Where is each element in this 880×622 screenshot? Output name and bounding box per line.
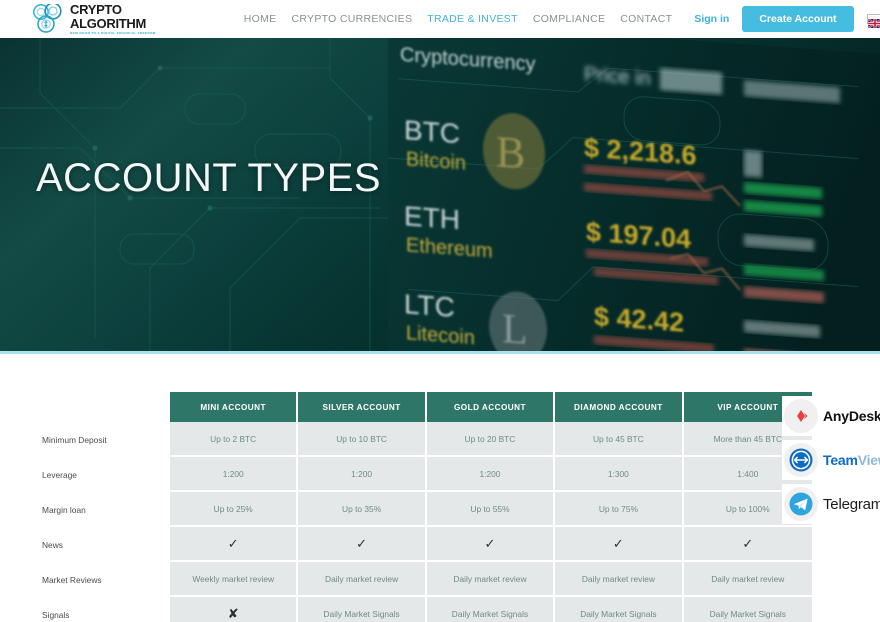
account-types-section: MINI ACCOUNT SILVER ACCOUNT GOLD ACCOUNT…	[0, 354, 880, 622]
site-logo[interactable]: CRYPTO ALGORITHM NEW DOOR TO A DIGITAL F…	[32, 2, 156, 35]
cell-leverage-diamond: 1:300	[555, 457, 684, 492]
nav-item-crypto-currencies[interactable]: CRYPTO CURRENCIES	[291, 13, 412, 25]
cell-signals-gold: Daily Market Signals	[426, 597, 556, 622]
teamviewer-label: TeamViewer	[823, 452, 880, 468]
support-widgets: AnyDesk TeamViewer Telegram	[782, 396, 880, 528]
hero-banner: Cryptocurrency Price in BTC Bitcoin B $ …	[0, 38, 880, 351]
row-label-market-reviews: Market Reviews	[30, 562, 170, 597]
nav-item-home[interactable]: HOME	[244, 13, 277, 25]
cell-minimum-deposit-silver: Up to 10 BTC	[298, 422, 427, 457]
table-row: Market Reviews Weekly market review Dail…	[30, 562, 812, 597]
row-label-leverage: Leverage	[30, 457, 170, 492]
teamviewer-icon	[784, 443, 818, 477]
teamviewer-widget[interactable]: TeamViewer	[782, 440, 880, 480]
plan-header-mini[interactable]: MINI ACCOUNT	[170, 392, 299, 422]
cell-market-reviews-silver: Daily market review	[298, 562, 427, 597]
cell-margin-loan-mini: Up to 25%	[170, 492, 299, 527]
cell-leverage-silver: 1:200	[298, 457, 427, 492]
top-navigation-bar: CRYPTO ALGORITHM NEW DOOR TO A DIGITAL F…	[0, 0, 880, 38]
row-label-margin-loan: Margin loan	[30, 492, 170, 527]
telegram-widget[interactable]: Telegram	[782, 484, 880, 524]
cell-minimum-deposit-gold: Up to 20 BTC	[426, 422, 556, 457]
cell-news-mini: ✓	[170, 527, 299, 562]
cell-market-reviews-gold: Daily market review	[426, 562, 556, 597]
table-row: News ✓ ✓ ✓ ✓ ✓	[30, 527, 812, 562]
cell-news-diamond: ✓	[555, 527, 684, 562]
table-corner-cell	[30, 392, 170, 422]
cell-signals-silver: Daily Market Signals	[298, 597, 427, 622]
cell-market-reviews-diamond: Daily market review	[555, 562, 684, 597]
cell-minimum-deposit-diamond: Up to 45 BTC	[555, 422, 684, 457]
plan-header-diamond[interactable]: DIAMOND ACCOUNT	[555, 392, 684, 422]
cell-signals-vip: Daily Market Signals	[683, 597, 812, 622]
cell-margin-loan-silver: Up to 35%	[298, 492, 427, 527]
cell-margin-loan-diamond: Up to 75%	[555, 492, 684, 527]
anydesk-widget[interactable]: AnyDesk	[782, 396, 880, 436]
nav-item-compliance[interactable]: COMPLIANCE	[533, 13, 605, 25]
cell-signals-diamond: Daily Market Signals	[555, 597, 684, 622]
nav-item-contact[interactable]: CONTACT	[620, 13, 672, 25]
teamviewer-label-bold: Team	[823, 452, 858, 468]
uk-flag-icon[interactable]	[866, 14, 880, 29]
table-header-row: MINI ACCOUNT SILVER ACCOUNT GOLD ACCOUNT…	[30, 392, 812, 422]
anydesk-label: AnyDesk	[823, 408, 880, 424]
page-title: ACCOUNT TYPES	[36, 156, 382, 200]
row-label-signals: Signals	[30, 597, 170, 622]
create-account-button[interactable]: Create Account	[742, 6, 854, 32]
cell-leverage-mini: 1:200	[170, 457, 299, 492]
cell-market-reviews-mini: Weekly market review	[170, 562, 299, 597]
row-label-news: News	[30, 527, 170, 562]
cell-signals-mini: ✘	[170, 597, 299, 622]
logo-text-line1: CRYPTO	[70, 2, 122, 18]
cell-news-vip: ✓	[683, 527, 812, 562]
crypto-coins-logo-icon	[32, 2, 66, 34]
cell-leverage-gold: 1:200	[426, 457, 556, 492]
sign-in-link[interactable]: Sign in	[694, 13, 729, 25]
logo-tagline: NEW DOOR TO A DIGITAL FINANCIAL FREEDOM	[70, 30, 156, 35]
cell-news-gold: ✓	[426, 527, 556, 562]
anydesk-icon	[784, 399, 818, 433]
cell-margin-loan-gold: Up to 55%	[426, 492, 556, 527]
cell-minimum-deposit-mini: Up to 2 BTC	[170, 422, 299, 457]
page-root: CRYPTO ALGORITHM NEW DOOR TO A DIGITAL F…	[0, 0, 880, 622]
cell-news-silver: ✓	[298, 527, 427, 562]
table-row: Minimum Deposit Up to 2 BTC Up to 10 BTC…	[30, 422, 812, 457]
nav-actions: Sign in Create Account	[694, 6, 880, 32]
plan-header-silver[interactable]: SILVER ACCOUNT	[298, 392, 427, 422]
table-row: Signals ✘ Daily Market Signals Daily Mar…	[30, 597, 812, 622]
telegram-icon	[784, 487, 818, 521]
table-row: Margin loan Up to 25% Up to 35% Up to 55…	[30, 492, 812, 527]
cell-market-reviews-vip: Daily market review	[683, 562, 812, 597]
hero-accent-rule	[0, 351, 880, 354]
account-types-table: MINI ACCOUNT SILVER ACCOUNT GOLD ACCOUNT…	[30, 392, 812, 622]
logo-text-line2: ALGORITHM	[70, 16, 147, 32]
telegram-label: Telegram	[823, 495, 880, 513]
plan-header-gold[interactable]: GOLD ACCOUNT	[426, 392, 556, 422]
table-row: Leverage 1:200 1:200 1:200 1:300 1:400	[30, 457, 812, 492]
row-label-minimum-deposit: Minimum Deposit	[30, 422, 170, 457]
teamviewer-label-muted: Viewer	[857, 452, 880, 468]
primary-nav-links: HOME CRYPTO CURRENCIES TRADE & INVEST CO…	[244, 13, 673, 25]
nav-item-trade-and-invest[interactable]: TRADE & INVEST	[427, 13, 518, 25]
